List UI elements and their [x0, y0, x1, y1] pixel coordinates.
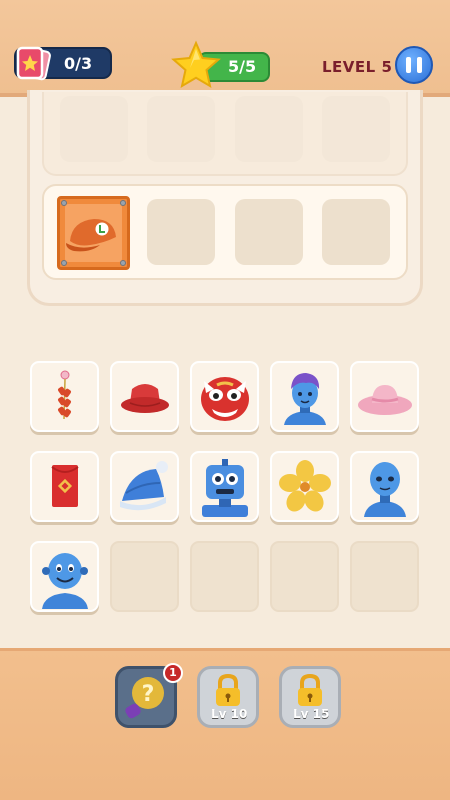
- tile[interactable]: [270, 361, 339, 432]
- stars-counter-value: 5/5: [228, 57, 257, 76]
- tile[interactable]: [270, 451, 339, 522]
- firecracker-icon: [58, 370, 71, 420]
- pause-icon: [406, 57, 411, 73]
- tile[interactable]: [30, 361, 99, 432]
- tile[interactable]: [190, 451, 259, 522]
- tile[interactable]: [110, 451, 179, 522]
- pink-hat-icon: [358, 385, 412, 415]
- empty-tile-slot: [270, 541, 339, 612]
- star-icon: [171, 40, 221, 89]
- empty-tile-slot: [110, 541, 179, 612]
- lock2-level-label: Lv 15: [293, 707, 330, 721]
- tile[interactable]: [30, 451, 99, 522]
- empty-tile-slot: [190, 541, 259, 612]
- orange-cap-icon: [66, 219, 116, 252]
- blue-beanie-icon: [120, 461, 168, 511]
- tile[interactable]: [350, 361, 419, 432]
- tile[interactable]: [30, 541, 99, 612]
- order-slot: [147, 199, 215, 265]
- yellow-flower-icon: [279, 460, 331, 512]
- lock1-level-label: Lv 10: [211, 707, 248, 721]
- blue-robot-icon: [364, 462, 406, 517]
- tile[interactable]: [110, 361, 179, 432]
- square-robot-icon: [202, 459, 248, 517]
- lock-icon: [298, 673, 322, 706]
- order-slot: [60, 96, 128, 162]
- purple-hair-robot-icon: [284, 373, 326, 425]
- blue-robot-smile-icon: [42, 553, 88, 609]
- cards-counter-value: 0/3: [64, 54, 93, 73]
- order-slot: [235, 199, 303, 265]
- order-slot: [235, 96, 303, 162]
- lion-dance-mask-icon: [201, 377, 249, 421]
- order-slot: [147, 96, 215, 162]
- pause-button[interactable]: [395, 46, 433, 84]
- tile[interactable]: [190, 361, 259, 432]
- red-bucket-hat-icon: [121, 384, 169, 413]
- order-slot: [322, 199, 390, 265]
- svg-text:?: ?: [142, 682, 155, 707]
- hint-count-badge: 1: [163, 663, 183, 683]
- cards-icon: [16, 46, 51, 81]
- red-envelope-icon: [51, 465, 79, 507]
- lock-icon: [216, 673, 240, 706]
- target-item-frame: [57, 196, 130, 270]
- empty-tile-slot: [350, 541, 419, 612]
- tile[interactable]: [350, 451, 419, 522]
- level-label: LEVEL 5: [322, 58, 393, 76]
- order-slot: [322, 96, 390, 162]
